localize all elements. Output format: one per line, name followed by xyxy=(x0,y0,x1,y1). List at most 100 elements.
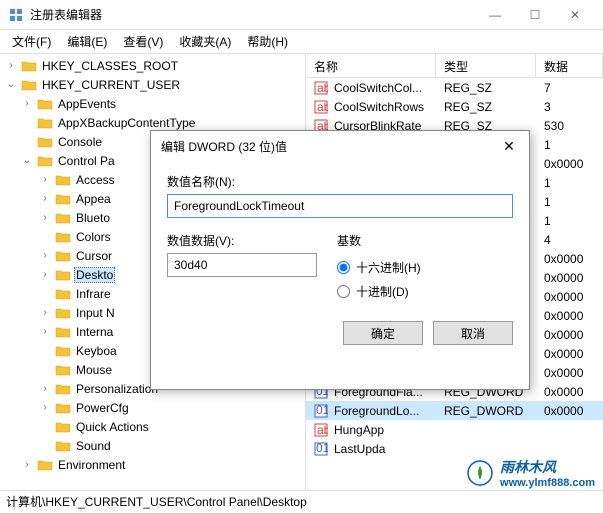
tree-toggle-icon[interactable]: › xyxy=(20,459,34,470)
cell-data: 3 xyxy=(536,100,603,114)
dialog-close-button[interactable]: ✕ xyxy=(499,138,519,155)
cell-name: abCoolSwitchCol... xyxy=(306,81,436,95)
folder-icon xyxy=(55,382,71,396)
cell-data: 0x0000 xyxy=(536,328,603,342)
folder-icon xyxy=(21,59,37,73)
close-button[interactable]: ✕ xyxy=(555,1,595,29)
cell-type: REG_SZ xyxy=(436,81,536,95)
watermark: 雨林木风 www.ylmf888.com xyxy=(466,457,595,489)
tree-toggle-icon[interactable]: › xyxy=(20,98,34,109)
header-name[interactable]: 名称 xyxy=(306,54,436,77)
watermark-brand: 雨林木风 xyxy=(500,457,595,477)
tree-toggle-icon[interactable]: › xyxy=(38,212,52,223)
folder-icon xyxy=(55,173,71,187)
tree-toggle-icon[interactable]: › xyxy=(38,174,52,185)
radio-dec-input[interactable] xyxy=(337,285,350,298)
menubar: 文件(F) 编辑(E) 查看(V) 收藏夹(A) 帮助(H) xyxy=(0,30,603,54)
cell-name: abHungApp xyxy=(306,423,436,437)
cell-type: REG_DWORD xyxy=(436,404,536,418)
tree-item[interactable]: ›Environment xyxy=(2,455,303,474)
list-row[interactable]: abCoolSwitchRowsREG_SZ3 xyxy=(306,97,603,116)
list-row[interactable]: abHungApp xyxy=(306,420,603,439)
tree-toggle-icon[interactable]: › xyxy=(38,193,52,204)
tree-toggle-icon[interactable]: ⌄ xyxy=(20,155,34,166)
tree-label: Mouse xyxy=(74,363,114,377)
menu-view[interactable]: 查看(V) xyxy=(115,31,171,52)
menu-favorites[interactable]: 收藏夹(A) xyxy=(171,31,239,52)
app-icon xyxy=(8,7,24,23)
tree-label: AppEvents xyxy=(56,97,118,111)
tree-item[interactable]: › AppEvents xyxy=(2,94,303,113)
watermark-logo-icon xyxy=(466,459,494,487)
tree-label: Cursor xyxy=(74,249,114,263)
list-row[interactable]: abCoolSwitchCol...REG_SZ7 xyxy=(306,78,603,97)
tree-label: HKEY_CLASSES_ROOT xyxy=(40,59,180,73)
cancel-button[interactable]: 取消 xyxy=(433,321,513,345)
window-title: 注册表编辑器 xyxy=(30,6,475,23)
tree-toggle-icon[interactable]: › xyxy=(38,250,52,261)
tree-item[interactable]: ⌄HKEY_CURRENT_USER xyxy=(2,75,303,94)
cell-data: 4 xyxy=(536,233,603,247)
tree-toggle-icon[interactable]: › xyxy=(38,402,52,413)
folder-icon xyxy=(55,249,71,263)
tree-item[interactable]: Quick Actions xyxy=(2,417,303,436)
folder-icon xyxy=(55,401,71,415)
cell-data: 1 xyxy=(536,138,603,152)
tree-item[interactable]: Sound xyxy=(2,436,303,455)
tree-toggle-icon[interactable]: › xyxy=(4,60,18,71)
folder-icon xyxy=(55,287,71,301)
tree-item[interactable]: ›PowerCfg xyxy=(2,398,303,417)
tree-toggle-icon[interactable]: › xyxy=(38,307,52,318)
menu-help[interactable]: 帮助(H) xyxy=(239,31,296,52)
cell-data: 0x0000 xyxy=(536,366,603,380)
maximize-button[interactable]: ☐ xyxy=(515,1,555,29)
list-row[interactable]: 011ForegroundLo...REG_DWORD0x0000 xyxy=(306,401,603,420)
radio-dec[interactable]: 十进制(D) xyxy=(337,279,513,303)
ok-button[interactable]: 确定 xyxy=(343,321,423,345)
tree-toggle-icon[interactable]: › xyxy=(38,383,52,394)
cell-data: 0x0000 xyxy=(536,157,603,171)
folder-icon xyxy=(55,363,71,377)
dword-value-icon: 011 xyxy=(314,404,330,418)
folder-icon xyxy=(55,344,71,358)
folder-icon xyxy=(55,439,71,453)
menu-edit[interactable]: 编辑(E) xyxy=(59,31,115,52)
name-label: 数值名称(N): xyxy=(167,173,513,190)
folder-icon xyxy=(55,211,71,225)
tree-item[interactable]: › HKEY_CLASSES_ROOT xyxy=(2,56,303,75)
string-value-icon: ab xyxy=(314,81,330,95)
folder-icon xyxy=(37,135,53,149)
folder-icon xyxy=(21,78,37,92)
status-path: 计算机\HKEY_CURRENT_USER\Control Panel\Desk… xyxy=(6,493,307,510)
dialog-titlebar: 编辑 DWORD (32 位)值 ✕ xyxy=(151,131,529,161)
name-input[interactable] xyxy=(167,194,513,218)
tree-label: Sound xyxy=(74,439,113,453)
menu-file[interactable]: 文件(F) xyxy=(4,31,59,52)
svg-text:ab: ab xyxy=(317,423,328,437)
header-type[interactable]: 类型 xyxy=(436,54,536,77)
cell-data: 0x0000 xyxy=(536,309,603,323)
radio-hex-input[interactable] xyxy=(337,261,350,274)
header-data[interactable]: 数据 xyxy=(536,54,603,77)
svg-text:ab: ab xyxy=(317,81,328,95)
tree-label: Personalization xyxy=(74,382,160,396)
radio-hex[interactable]: 十六进制(H) xyxy=(337,255,513,279)
tree-toggle-icon[interactable]: › xyxy=(38,269,52,280)
data-input[interactable] xyxy=(167,253,317,277)
dword-value-icon: 011 xyxy=(314,442,330,456)
folder-icon xyxy=(55,268,71,282)
data-label: 数值数据(V): xyxy=(167,232,317,249)
tree-toggle-icon[interactable]: › xyxy=(38,326,52,337)
cell-name: 011ForegroundLo... xyxy=(306,404,436,418)
folder-icon xyxy=(55,325,71,339)
list-row[interactable]: 011LastUpda xyxy=(306,439,603,458)
minimize-button[interactable]: — xyxy=(475,1,515,29)
cell-data: 1 xyxy=(536,195,603,209)
base-label: 基数 xyxy=(337,232,513,249)
tree-toggle-icon[interactable]: ⌄ xyxy=(4,79,18,90)
svg-text:011: 011 xyxy=(316,404,328,417)
edit-dword-dialog: 编辑 DWORD (32 位)值 ✕ 数值名称(N): 数值数据(V): 基数 … xyxy=(150,130,530,390)
tree-label: Interna xyxy=(74,325,115,339)
folder-icon xyxy=(37,458,53,472)
svg-text:ab: ab xyxy=(317,100,328,114)
